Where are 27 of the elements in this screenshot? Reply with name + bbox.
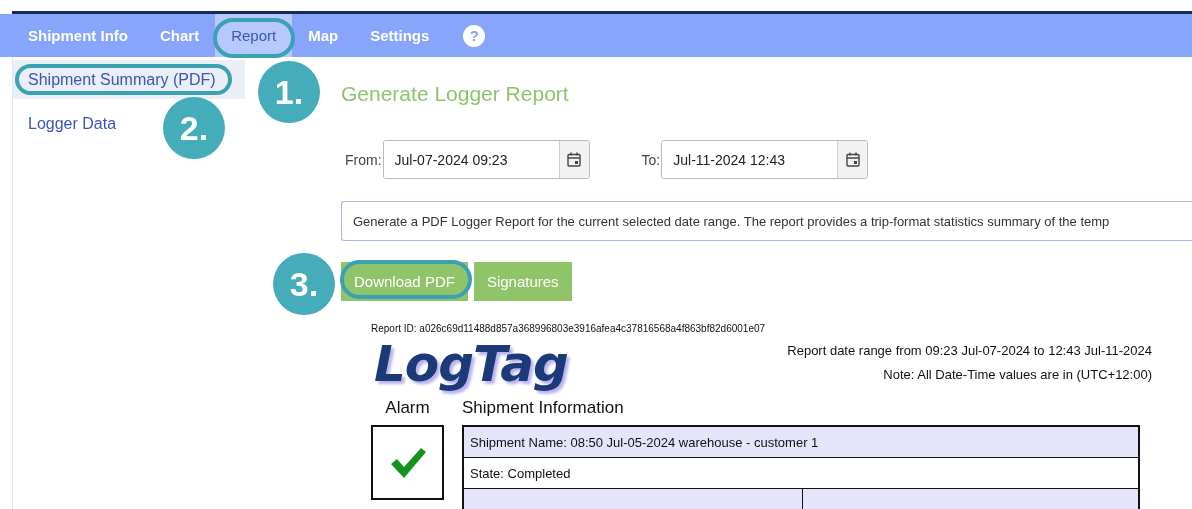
nav-tab[interactable]: Map [292,14,355,57]
logo-text: LogTag [374,338,568,390]
alarm-label: Alarm [385,398,430,418]
nav-tab[interactable]: Chart [144,14,216,57]
help-icon[interactable]: ? [463,24,486,47]
field-label: To: [641,151,661,168]
nav-tab[interactable]: Settings [354,14,446,57]
field-label: From: [345,151,382,168]
sidebar-item[interactable]: Logger Data [13,104,125,143]
sidebar-item[interactable]: Shipment Summary (PDF) [13,60,245,99]
nav-tab[interactable]: Report [215,14,293,57]
step-callout: 1. [258,61,320,123]
report-description: Generate a PDF Logger Report for the current selected date range. The report provides a trip-format statistics summary of the temp [341,201,1192,241]
report-id: Report ID: a026c69d11488d857a368996803e3916afea4c37816568a4f863bf82d6001e07 [371,323,767,334]
step-callout: 3. [273,253,335,315]
date-range-text: Report date range from 09:23 Jul-07-2024 to 12:43 Jul-11-2024 [787,342,1152,360]
date-field[interactable]: Jul-11-2024 12:43 [661,140,869,179]
date-field[interactable]: Jul-07-2024 09:23 [382,140,590,179]
nav-tab[interactable]: Shipment Info [12,14,144,57]
step-callout: 2. [163,97,225,159]
table-cell: Shipment Name: 08:50 Jul-05-2024 warehouse - customer 1 [463,426,1139,458]
calendar-icon[interactable] [845,152,860,167]
calendar-icon[interactable] [567,152,582,167]
page-heading: Generate Logger Report [341,82,570,106]
section-title: Shipment Information [462,398,625,418]
action-button[interactable]: Signatures [473,262,572,301]
timezone-note: Note: All Date-Time values are in (UTC+12:00) [882,366,1152,384]
